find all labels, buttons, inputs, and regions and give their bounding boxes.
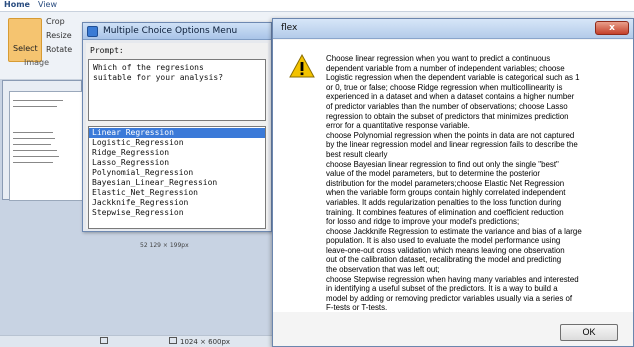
thumbnail-line xyxy=(13,132,53,133)
option-item[interactable]: Jackknife_Regression xyxy=(89,198,265,208)
crop-button[interactable]: Crop xyxy=(46,17,65,26)
message-line: training. It combines features of elimin… xyxy=(326,207,564,217)
message-line: regression to obtain the subset of predi… xyxy=(326,111,569,121)
message-line: when the variable form groups contain hi… xyxy=(326,188,566,198)
option-item[interactable]: Polynomial_Regression xyxy=(89,168,265,178)
options-listbox[interactable]: Linear Regression Logistic_Regression Ridg… xyxy=(88,126,266,229)
thumbnail-line xyxy=(13,106,57,107)
canvas-dimension-text: 52 129 × 199px xyxy=(140,242,189,249)
tab-view[interactable]: View xyxy=(38,0,57,9)
message-line: value of the model parameters, but to de… xyxy=(326,169,541,179)
message-line: error for a quantitative response variab… xyxy=(326,121,470,131)
mc-dialog-body: Prompt: Which of the regresions suitable… xyxy=(86,43,268,229)
ribbon-tab-bar: Home View xyxy=(0,0,634,12)
image-size-icon xyxy=(169,337,177,344)
message-line: choose Stepwise regression when having m… xyxy=(326,274,579,284)
ok-button[interactable]: OK xyxy=(560,324,618,341)
flex-dialog-titlebar[interactable]: flex x xyxy=(273,19,633,39)
option-item[interactable]: Elastic_Net_Regression xyxy=(89,188,265,198)
question-text-box[interactable]: Which of the regresions suitable for you… xyxy=(88,59,266,121)
message-line: choose Polynomial regression when the po… xyxy=(326,130,575,140)
thumbnail-line xyxy=(13,100,63,101)
message-text: Choose linear regression when you want t… xyxy=(326,54,626,313)
option-item[interactable]: Stepwise_Regression xyxy=(89,208,265,218)
message-line: dependent variable from a number of inde… xyxy=(326,63,565,73)
message-line: choose Jackknife Regression to estimate … xyxy=(326,226,582,236)
canvas-image-thumbnail xyxy=(2,80,83,201)
option-item[interactable]: Lasso_Regression xyxy=(89,158,265,168)
message-line: leave-one-out cross validation which mea… xyxy=(326,245,565,255)
message-line: choose Bayesian linear regression to fin… xyxy=(326,159,559,169)
select-button[interactable]: Select xyxy=(8,18,42,62)
flex-message-dialog: flex x Choose linear regression when you… xyxy=(272,18,634,347)
resize-button[interactable]: Resize xyxy=(46,31,72,40)
message-line: F-tests or T-tests. xyxy=(326,303,388,313)
thumbnail-line xyxy=(13,144,51,145)
select-button-label: Select xyxy=(13,44,38,53)
cursor-position-icon xyxy=(100,337,108,344)
image-size-text: 1024 × 600px xyxy=(180,338,231,346)
message-area: Choose linear regression when you want t… xyxy=(273,40,633,312)
message-line: by the linear regression model and linea… xyxy=(326,140,578,150)
message-line: Choose linear regression when you want t… xyxy=(326,54,551,63)
thumbnail-line xyxy=(13,138,55,139)
message-line: best result clearly xyxy=(326,149,388,159)
message-line: distribution for the model parameters;ch… xyxy=(326,178,565,188)
option-item[interactable]: Bayesian_Linear_Regression xyxy=(89,178,265,188)
thumbnail-line xyxy=(13,162,53,163)
ribbon-group-label: Image xyxy=(24,58,50,67)
message-line: variables. It adds regularization penalt… xyxy=(326,197,562,207)
prompt-label: Prompt: xyxy=(90,46,124,55)
canvas-image-content xyxy=(9,91,83,201)
flex-dialog-title: flex xyxy=(281,23,298,33)
mc-dialog-titlebar[interactable]: Multiple Choice Options Menu xyxy=(83,23,271,40)
message-line: population. It is also used to evaluate … xyxy=(326,236,561,246)
message-line: the observation that was left out; xyxy=(326,265,440,275)
app-icon xyxy=(87,26,98,37)
option-item[interactable]: Logistic_Regression xyxy=(89,138,265,148)
message-line: of predictor variables than the number o… xyxy=(326,101,568,111)
message-line: model by adding or removing predictor va… xyxy=(326,293,573,303)
thumbnail-line xyxy=(13,150,57,151)
rotate-button[interactable]: Rotate xyxy=(46,45,72,54)
tab-home[interactable]: Home xyxy=(4,0,30,9)
message-line: experienced in a dataset and when a data… xyxy=(326,92,575,102)
mc-dialog-title: Multiple Choice Options Menu xyxy=(103,26,238,36)
option-item[interactable]: Linear Regression xyxy=(89,128,265,138)
thumbnail-line xyxy=(13,156,59,157)
message-line: in identifying a useful subset of the pr… xyxy=(326,284,558,294)
message-line: for losso and ridge to improve your mode… xyxy=(326,217,520,227)
message-line: out of the calibration dataset, recalibr… xyxy=(326,255,562,265)
multiple-choice-dialog: Multiple Choice Options Menu Prompt: Whi… xyxy=(82,22,272,232)
close-button[interactable]: x xyxy=(595,21,629,35)
message-line: or 0, true or false; choose Ridge regres… xyxy=(326,82,563,92)
warning-icon xyxy=(289,54,315,78)
option-item[interactable]: Ridge_Regression xyxy=(89,148,265,158)
message-line: Logistic regression when the dependent v… xyxy=(326,73,580,83)
